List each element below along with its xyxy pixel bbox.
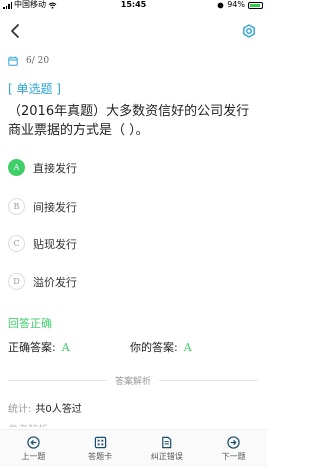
nav-header [0, 18, 267, 46]
question-text: （2016年真题）大多数资信好的公司发行商业票据的方式是（ ）。 [8, 104, 250, 138]
alarm-icon [217, 2, 224, 8]
stats-value: 共0人答过 [35, 404, 82, 415]
report-error-label: 纠正错误 [150, 451, 183, 461]
option-text: 溢价发行 [33, 275, 77, 289]
answer-card-label: 答题卡 [88, 451, 113, 461]
your-answer: 你的答案: A [130, 339, 192, 355]
stats-label: 统计: [8, 404, 32, 415]
option-b[interactable]: B 间接发行 [8, 198, 77, 215]
question-progress: 6/ 20 [8, 56, 49, 66]
option-letter: A [8, 159, 25, 176]
option-d[interactable]: D 溢价发行 [8, 273, 77, 290]
arrow-right-circle-icon [227, 435, 240, 449]
arrow-left-circle-icon [27, 435, 40, 449]
answer-card-button[interactable]: 答题卡 [67, 430, 134, 467]
back-chevron-icon[interactable] [8, 22, 24, 40]
correct-answer-value: A [61, 341, 70, 354]
analysis-header: 答案解析 [8, 374, 258, 387]
calendar-icon [8, 56, 18, 66]
option-c[interactable]: C 贴现发行 [8, 235, 77, 252]
next-question-label: 下一题 [221, 451, 246, 461]
bottom-nav: 上一题 答题卡 纠正错误 下一题 [0, 429, 267, 467]
progress-text: 6/ 20 [26, 56, 50, 66]
correct-answer-label: 正确答案: [8, 341, 56, 354]
option-text: 贴现发行 [33, 237, 77, 251]
question-type: [ 单选题 ] [8, 82, 61, 96]
report-error-button[interactable]: 纠正错误 [134, 430, 201, 467]
result-status: 回答正确 [8, 317, 52, 330]
option-letter: C [8, 235, 25, 252]
option-a[interactable]: A 直接发行 [8, 159, 77, 176]
option-text: 间接发行 [33, 200, 77, 214]
battery-percent: 94% [227, 0, 245, 9]
correct-answer: 正确答案: A [8, 339, 70, 355]
report-document-icon [162, 436, 172, 448]
option-text: 直接发行 [33, 161, 77, 175]
prev-question-button[interactable]: 上一题 [0, 430, 67, 467]
status-bar: 中国移动 15:45 94% [0, 0, 267, 10]
analysis-divider: 答案解析 [8, 374, 258, 387]
your-answer-label: 你的答案: [130, 341, 178, 354]
status-right: 94% [217, 0, 263, 10]
option-letter: B [8, 198, 25, 215]
your-answer-value: A [183, 341, 192, 354]
next-question-button[interactable]: 下一题 [200, 430, 267, 467]
grid-card-icon [94, 436, 106, 448]
reference-analysis-label: 参考解析 [8, 421, 48, 427]
answer-stats: 统计: 共0人答过 [8, 400, 82, 415]
settings-gear-icon[interactable] [241, 22, 257, 40]
prev-question-label: 上一题 [21, 451, 46, 461]
option-letter: D [8, 273, 25, 290]
battery-icon [248, 1, 263, 9]
